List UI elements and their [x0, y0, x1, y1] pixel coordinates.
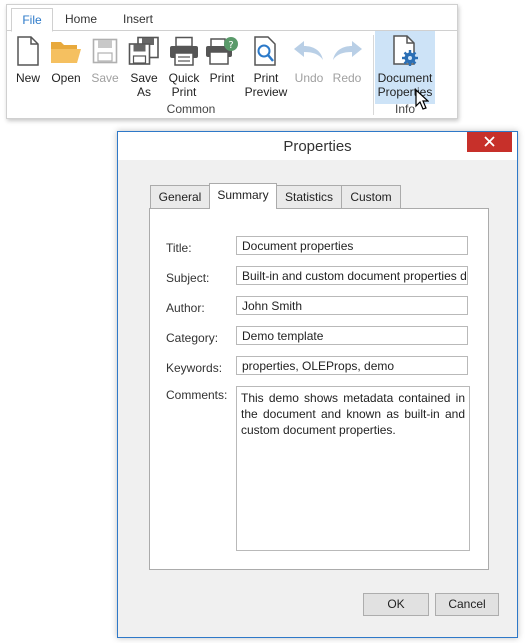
save-as-label-line2: As: [136, 85, 151, 99]
category-field[interactable]: Demo template: [236, 326, 468, 345]
quick-print-label-line1: Quick: [168, 71, 200, 85]
print-preview-label-line2: Preview: [244, 85, 288, 99]
properties-dialog: Properties General Summary Statistics Cu…: [117, 131, 518, 638]
document-properties-label-line1: Document: [377, 71, 433, 85]
title-label: Title:: [166, 241, 192, 255]
new-label: New: [15, 71, 40, 85]
comments-field[interactable]: This demo shows metadata contained in th…: [236, 386, 470, 551]
ribbon-tabs: File Home Insert: [7, 5, 457, 32]
quick-print-label-line2: Print: [171, 85, 197, 99]
folder-open-icon: [51, 42, 81, 63]
keywords-label: Keywords:: [166, 361, 223, 375]
save-button[interactable]: Save: [87, 34, 123, 102]
tab-statistics[interactable]: Statistics: [276, 185, 342, 208]
subject-field[interactable]: Built-in and custom document properties …: [236, 266, 468, 285]
close-button[interactable]: [467, 132, 512, 152]
undo-icon: [294, 41, 323, 60]
group-separator: [373, 35, 374, 115]
print-preview-icon: [254, 36, 276, 66]
document-properties-icon: [393, 35, 418, 66]
save-icon: [92, 38, 118, 64]
save-as-label-line1: Save: [130, 71, 158, 85]
group-label-common: Common: [166, 102, 216, 116]
save-as-icon: [128, 36, 159, 65]
tab-custom[interactable]: Custom: [341, 185, 401, 208]
ok-button[interactable]: OK: [363, 593, 429, 616]
author-field[interactable]: John Smith: [236, 296, 468, 315]
tab-insert[interactable]: Insert: [113, 8, 163, 30]
ribbon: File Home Insert New Open Save Save As Q…: [6, 4, 458, 119]
print-preview-label-line1: Print: [253, 71, 279, 85]
print-preview-button[interactable]: Print Preview: [243, 34, 289, 102]
author-label: Author:: [166, 301, 205, 315]
dialog-titlebar[interactable]: Properties: [118, 132, 517, 160]
keywords-field[interactable]: properties, OLEProps, demo: [236, 356, 468, 375]
print-icon: ?: [206, 37, 238, 65]
category-label: Category:: [166, 331, 219, 345]
open-label: Open: [51, 71, 81, 85]
print-button[interactable]: ? Print: [204, 34, 240, 102]
tab-home[interactable]: Home: [57, 8, 105, 30]
mouse-cursor-icon: [415, 89, 429, 110]
undo-label: Undo: [294, 71, 324, 85]
summary-panel: Title: Document properties Subject: Buil…: [149, 208, 489, 570]
print-label: Print: [209, 71, 235, 85]
dialog-title: Properties: [283, 138, 352, 155]
redo-label: Redo: [332, 71, 362, 85]
redo-icon: [333, 41, 362, 60]
save-label: Save: [91, 71, 119, 85]
undo-button[interactable]: Undo: [291, 34, 327, 102]
comments-label: Comments:: [166, 388, 228, 402]
subject-label: Subject:: [166, 271, 210, 285]
open-button[interactable]: Open: [47, 34, 85, 102]
close-icon: [484, 136, 495, 147]
quick-print-icon: [170, 36, 198, 66]
tab-summary[interactable]: Summary: [209, 183, 277, 209]
svg-text:?: ?: [228, 40, 233, 51]
tab-file[interactable]: File: [11, 8, 53, 32]
title-field[interactable]: Document properties: [236, 236, 468, 255]
new-document-icon: [17, 36, 39, 66]
save-as-button[interactable]: Save As: [125, 34, 163, 102]
redo-button[interactable]: Redo: [329, 34, 365, 102]
tab-general[interactable]: General: [150, 185, 210, 208]
cancel-button[interactable]: Cancel: [435, 593, 499, 616]
quick-print-button[interactable]: Quick Print: [165, 34, 203, 102]
new-button[interactable]: New: [11, 34, 45, 102]
